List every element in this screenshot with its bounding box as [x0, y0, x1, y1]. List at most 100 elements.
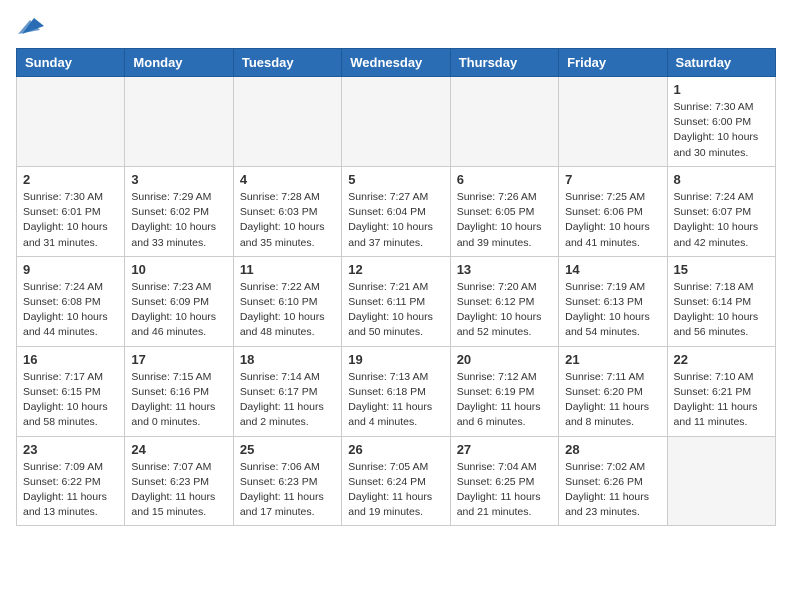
- day-info: Sunrise: 7:10 AM Sunset: 6:21 PM Dayligh…: [674, 370, 769, 431]
- calendar-day-cell: 22 Sunrise: 7:10 AM Sunset: 6:21 PM Dayli…: [667, 346, 775, 436]
- day-info: Sunrise: 7:07 AM Sunset: 6:23 PM Dayligh…: [131, 460, 226, 521]
- day-info: Sunrise: 7:13 AM Sunset: 6:18 PM Dayligh…: [348, 370, 443, 431]
- day-number: 18: [240, 352, 335, 367]
- day-number: 20: [457, 352, 552, 367]
- calendar-day-cell: 15 Sunrise: 7:18 AM Sunset: 6:14 PM Dayli…: [667, 256, 775, 346]
- calendar-day-cell: 4 Sunrise: 7:28 AM Sunset: 6:03 PM Daylig…: [233, 166, 341, 256]
- day-info: Sunrise: 7:21 AM Sunset: 6:11 PM Dayligh…: [348, 280, 443, 341]
- calendar-week-row: 9 Sunrise: 7:24 AM Sunset: 6:08 PM Daylig…: [17, 256, 776, 346]
- calendar-day-cell: 5Sunrise: 7:27 AM Sunset: 6:04 PM Daylig…: [342, 166, 450, 256]
- day-info: Sunrise: 7:11 AM Sunset: 6:20 PM Dayligh…: [565, 370, 660, 431]
- day-info: Sunrise: 7:14 AM Sunset: 6:17 PM Dayligh…: [240, 370, 335, 431]
- day-info: Sunrise: 7:04 AM Sunset: 6:25 PM Dayligh…: [457, 460, 552, 521]
- calendar-day-cell: 18 Sunrise: 7:14 AM Sunset: 6:17 PM Dayli…: [233, 346, 341, 436]
- day-info: Sunrise: 7:05 AM Sunset: 6:24 PM Dayligh…: [348, 460, 443, 521]
- day-info: Sunrise: 7:24 AM Sunset: 6:07 PM Dayligh…: [674, 190, 769, 251]
- day-header-monday: Monday: [125, 49, 233, 77]
- calendar-day-cell: 3Sunrise: 7:29 AM Sunset: 6:02 PM Daylig…: [125, 166, 233, 256]
- day-number: 21: [565, 352, 660, 367]
- day-info: Sunrise: 7:26 AM Sunset: 6:05 PM Dayligh…: [457, 190, 552, 251]
- logo-icon: [18, 16, 44, 36]
- day-number: 26: [348, 442, 443, 457]
- day-info: Sunrise: 7:23 AM Sunset: 6:09 PM Dayligh…: [131, 280, 226, 341]
- calendar-day-cell: 12 Sunrise: 7:21 AM Sunset: 6:11 PM Dayli…: [342, 256, 450, 346]
- calendar-week-row: 16 Sunrise: 7:17 AM Sunset: 6:15 PM Dayli…: [17, 346, 776, 436]
- day-number: 5: [348, 172, 443, 187]
- calendar-day-cell: 20 Sunrise: 7:12 AM Sunset: 6:19 PM Dayli…: [450, 346, 558, 436]
- day-number: 13: [457, 262, 552, 277]
- day-info: Sunrise: 7:28 AM Sunset: 6:03 PM Dayligh…: [240, 190, 335, 251]
- day-header-thursday: Thursday: [450, 49, 558, 77]
- day-number: 3: [131, 172, 226, 187]
- day-info: Sunrise: 7:18 AM Sunset: 6:14 PM Dayligh…: [674, 280, 769, 341]
- day-number: 27: [457, 442, 552, 457]
- calendar-day-cell: 25Sunrise: 7:06 AM Sunset: 6:23 PM Dayli…: [233, 436, 341, 526]
- calendar-day-cell: 2 Sunrise: 7:30 AM Sunset: 6:01 PM Daylig…: [17, 166, 125, 256]
- calendar-table: SundayMondayTuesdayWednesdayThursdayFrid…: [16, 48, 776, 526]
- day-info: Sunrise: 7:24 AM Sunset: 6:08 PM Dayligh…: [23, 280, 118, 341]
- day-number: 19: [348, 352, 443, 367]
- day-number: 7: [565, 172, 660, 187]
- calendar-header-row: SundayMondayTuesdayWednesdayThursdayFrid…: [17, 49, 776, 77]
- day-header-sunday: Sunday: [17, 49, 125, 77]
- calendar-day-cell: 6 Sunrise: 7:26 AM Sunset: 6:05 PM Daylig…: [450, 166, 558, 256]
- day-info: Sunrise: 7:15 AM Sunset: 6:16 PM Dayligh…: [131, 370, 226, 431]
- day-number: 16: [23, 352, 118, 367]
- day-number: 1: [674, 82, 769, 97]
- day-number: 10: [131, 262, 226, 277]
- page-header: [16, 16, 776, 36]
- calendar-day-cell: 7 Sunrise: 7:25 AM Sunset: 6:06 PM Daylig…: [559, 166, 667, 256]
- calendar-day-cell: [667, 436, 775, 526]
- calendar-day-cell: [559, 77, 667, 167]
- day-number: 17: [131, 352, 226, 367]
- day-number: 6: [457, 172, 552, 187]
- day-number: 9: [23, 262, 118, 277]
- day-number: 28: [565, 442, 660, 457]
- day-info: Sunrise: 7:19 AM Sunset: 6:13 PM Dayligh…: [565, 280, 660, 341]
- calendar-day-cell: 26 Sunrise: 7:05 AM Sunset: 6:24 PM Dayli…: [342, 436, 450, 526]
- day-info: Sunrise: 7:30 AM Sunset: 6:00 PM Dayligh…: [674, 100, 769, 161]
- calendar-day-cell: 27 Sunrise: 7:04 AM Sunset: 6:25 PM Dayli…: [450, 436, 558, 526]
- day-number: 11: [240, 262, 335, 277]
- day-info: Sunrise: 7:22 AM Sunset: 6:10 PM Dayligh…: [240, 280, 335, 341]
- day-info: Sunrise: 7:20 AM Sunset: 6:12 PM Dayligh…: [457, 280, 552, 341]
- day-info: Sunrise: 7:17 AM Sunset: 6:15 PM Dayligh…: [23, 370, 118, 431]
- calendar-day-cell: 14 Sunrise: 7:19 AM Sunset: 6:13 PM Dayli…: [559, 256, 667, 346]
- day-number: 23: [23, 442, 118, 457]
- day-info: Sunrise: 7:30 AM Sunset: 6:01 PM Dayligh…: [23, 190, 118, 251]
- day-header-saturday: Saturday: [667, 49, 775, 77]
- logo: [16, 16, 44, 36]
- day-info: Sunrise: 7:09 AM Sunset: 6:22 PM Dayligh…: [23, 460, 118, 521]
- day-header-wednesday: Wednesday: [342, 49, 450, 77]
- calendar-day-cell: 24 Sunrise: 7:07 AM Sunset: 6:23 PM Dayli…: [125, 436, 233, 526]
- calendar-day-cell: 19 Sunrise: 7:13 AM Sunset: 6:18 PM Dayli…: [342, 346, 450, 436]
- day-number: 2: [23, 172, 118, 187]
- calendar-day-cell: 1 Sunrise: 7:30 AM Sunset: 6:00 PM Daylig…: [667, 77, 775, 167]
- day-header-tuesday: Tuesday: [233, 49, 341, 77]
- calendar-day-cell: 21 Sunrise: 7:11 AM Sunset: 6:20 PM Dayli…: [559, 346, 667, 436]
- day-number: 4: [240, 172, 335, 187]
- calendar-day-cell: [450, 77, 558, 167]
- calendar-week-row: 2 Sunrise: 7:30 AM Sunset: 6:01 PM Daylig…: [17, 166, 776, 256]
- calendar-day-cell: 16 Sunrise: 7:17 AM Sunset: 6:15 PM Dayli…: [17, 346, 125, 436]
- day-info: Sunrise: 7:25 AM Sunset: 6:06 PM Dayligh…: [565, 190, 660, 251]
- calendar-week-row: 1 Sunrise: 7:30 AM Sunset: 6:00 PM Daylig…: [17, 77, 776, 167]
- day-number: 12: [348, 262, 443, 277]
- calendar-day-cell: 13 Sunrise: 7:20 AM Sunset: 6:12 PM Dayli…: [450, 256, 558, 346]
- day-number: 15: [674, 262, 769, 277]
- calendar-day-cell: [233, 77, 341, 167]
- calendar-day-cell: [17, 77, 125, 167]
- day-number: 14: [565, 262, 660, 277]
- calendar-day-cell: 17 Sunrise: 7:15 AM Sunset: 6:16 PM Dayli…: [125, 346, 233, 436]
- calendar-day-cell: 9 Sunrise: 7:24 AM Sunset: 6:08 PM Daylig…: [17, 256, 125, 346]
- day-number: 24: [131, 442, 226, 457]
- calendar-day-cell: 23 Sunrise: 7:09 AM Sunset: 6:22 PM Dayli…: [17, 436, 125, 526]
- day-info: Sunrise: 7:12 AM Sunset: 6:19 PM Dayligh…: [457, 370, 552, 431]
- day-info: Sunrise: 7:02 AM Sunset: 6:26 PM Dayligh…: [565, 460, 660, 521]
- day-number: 8: [674, 172, 769, 187]
- calendar-day-cell: [125, 77, 233, 167]
- calendar-day-cell: 10 Sunrise: 7:23 AM Sunset: 6:09 PM Dayli…: [125, 256, 233, 346]
- day-number: 25: [240, 442, 335, 457]
- calendar-week-row: 23 Sunrise: 7:09 AM Sunset: 6:22 PM Dayli…: [17, 436, 776, 526]
- day-number: 22: [674, 352, 769, 367]
